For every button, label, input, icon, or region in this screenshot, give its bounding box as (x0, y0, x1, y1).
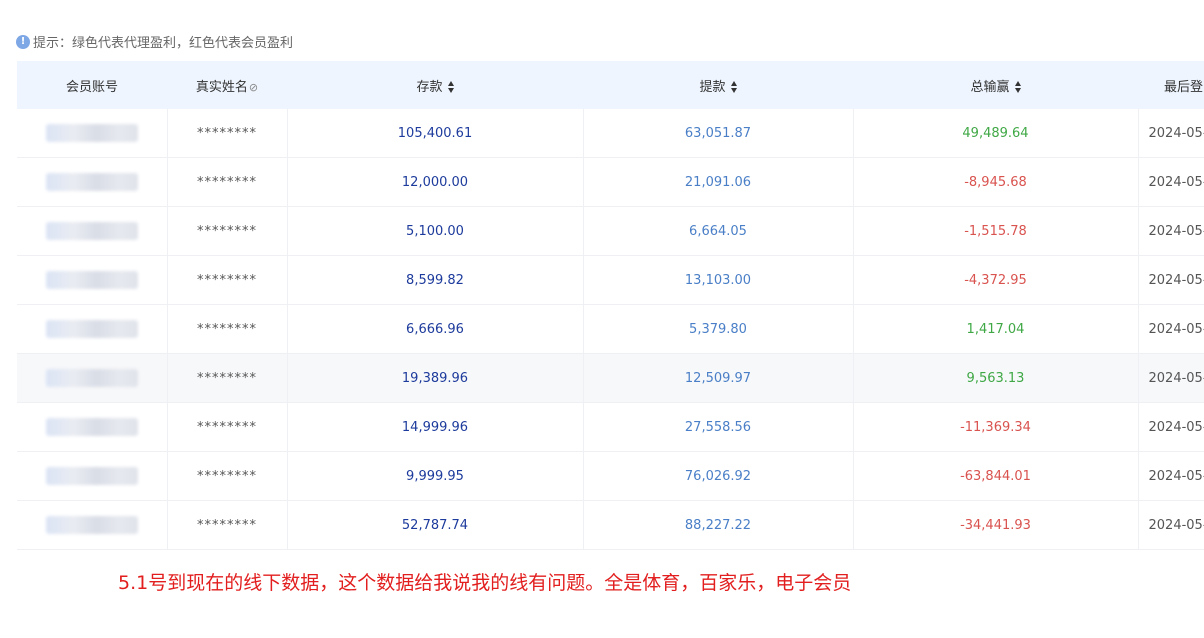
sort-icon[interactable] (447, 81, 454, 93)
name-cell: ******** (167, 451, 288, 501)
winloss-cell: -8,945.68 (853, 157, 1139, 207)
withdraw-cell: 21,091.06 (583, 157, 854, 207)
account-cell (17, 402, 168, 452)
name-cell: ******** (167, 353, 288, 403)
header-last-login: 最后登 (1138, 61, 1204, 109)
deposit-cell: 19,389.96 (287, 353, 584, 403)
winloss-cell: -1,515.78 (853, 206, 1139, 256)
account-cell (17, 157, 168, 207)
last-login-cell: 2024-05- (1138, 304, 1204, 354)
blurred-account (45, 467, 138, 485)
header-name: 真实姓名⊘ (167, 61, 287, 109)
info-icon: ! (16, 34, 30, 49)
blurred-account (45, 173, 138, 191)
last-login-cell: 2024-05- (1138, 109, 1204, 158)
table-row[interactable]: ******** 14,999.96 27,558.56 -11,369.34 2024… (17, 402, 1204, 452)
last-login-cell: 2024-05- (1138, 157, 1204, 207)
blurred-account (45, 271, 138, 289)
name-cell: ******** (167, 157, 288, 207)
last-login-cell: 2024-05- (1138, 206, 1204, 256)
last-login-cell: 2024-05- (1138, 353, 1204, 403)
table-body: ******** 105,400.61 63,051.87 49,489.64 2024… (17, 109, 1204, 550)
winloss-cell: -34,441.93 (853, 500, 1139, 550)
blurred-account (45, 516, 138, 534)
header-deposit[interactable]: 存款 (287, 61, 583, 109)
sort-icon[interactable] (1014, 81, 1021, 93)
withdraw-cell: 5,379.80 (583, 304, 854, 354)
annotation-note: 5.1号到现在的线下数据，这个数据给我说我的线有问题。全是体育，百家乐，电子会员 (118, 572, 852, 594)
last-login-cell: 2024-05- (1138, 402, 1204, 452)
account-cell (17, 451, 168, 501)
last-login-cell: 2024-05- (1138, 451, 1204, 501)
deposit-cell: 8,599.82 (287, 255, 584, 305)
member-table: 会员账号 真实姓名⊘ 存款 提款 总输赢 最后登 ******** 105,400… (17, 61, 1204, 550)
blurred-account (45, 369, 138, 387)
account-cell (17, 304, 168, 354)
header-account: 会员账号 (17, 61, 167, 109)
name-cell: ******** (167, 255, 288, 305)
winloss-cell: 9,563.13 (853, 353, 1139, 403)
hint-bar: ! 提示：绿色代表代理盈利，红色代表会员盈利 (16, 32, 293, 51)
account-cell (17, 500, 168, 550)
name-cell: ******** (167, 304, 288, 354)
withdraw-cell: 27,558.56 (583, 402, 854, 452)
account-cell (17, 206, 168, 256)
last-login-cell: 2024-05- (1138, 255, 1204, 305)
winloss-cell: 1,417.04 (853, 304, 1139, 354)
table-row[interactable]: ******** 105,400.61 63,051.87 49,489.64 2024… (17, 109, 1204, 158)
last-login-cell: 2024-05- (1138, 500, 1204, 550)
table-row[interactable]: ******** 12,000.00 21,091.06 -8,945.68 2024-… (17, 157, 1204, 207)
account-cell (17, 109, 168, 158)
withdraw-cell: 6,664.05 (583, 206, 854, 256)
name-cell: ******** (167, 206, 288, 256)
hint-text: 提示：绿色代表代理盈利，红色代表会员盈利 (33, 36, 294, 51)
winloss-cell: 49,489.64 (853, 109, 1139, 158)
winloss-cell: -4,372.95 (853, 255, 1139, 305)
blurred-account (45, 418, 138, 436)
name-cell: ******** (167, 500, 288, 550)
blurred-account (45, 222, 138, 240)
winloss-cell: -63,844.01 (853, 451, 1139, 501)
name-cell: ******** (167, 109, 288, 158)
withdraw-cell: 13,103.00 (583, 255, 854, 305)
withdraw-cell: 63,051.87 (583, 109, 854, 158)
account-cell (17, 255, 168, 305)
deposit-cell: 6,666.96 (287, 304, 584, 354)
withdraw-cell: 88,227.22 (583, 500, 854, 550)
deposit-cell: 105,400.61 (287, 109, 584, 158)
table-row[interactable]: ******** 9,999.95 76,026.92 -63,844.01 2024-… (17, 451, 1204, 501)
header-withdraw[interactable]: 提款 (583, 61, 853, 109)
table-row[interactable]: ******** 5,100.00 6,664.05 -1,515.78 2024-05… (17, 206, 1204, 256)
table-row[interactable]: ******** 19,389.96 12,509.97 9,563.13 2024-0… (17, 353, 1204, 403)
name-cell: ******** (167, 402, 288, 452)
blurred-account (45, 320, 138, 338)
table-row[interactable]: ******** 8,599.82 13,103.00 -4,372.95 2024-0… (17, 255, 1204, 305)
sort-icon[interactable] (730, 81, 737, 93)
winloss-cell: -11,369.34 (853, 402, 1139, 452)
deposit-cell: 9,999.95 (287, 451, 584, 501)
blurred-account (45, 124, 138, 142)
table-row[interactable]: ******** 6,666.96 5,379.80 1,417.04 2024-05- (17, 304, 1204, 354)
deposit-cell: 5,100.00 (287, 206, 584, 256)
eye-off-icon[interactable]: ⊘ (249, 81, 258, 94)
table-row[interactable]: ******** 52,787.74 88,227.22 -34,441.93 2024… (17, 500, 1204, 550)
deposit-cell: 14,999.96 (287, 402, 584, 452)
withdraw-cell: 12,509.97 (583, 353, 854, 403)
withdraw-cell: 76,026.92 (583, 451, 854, 501)
table-header-row: 会员账号 真实姓名⊘ 存款 提款 总输赢 最后登 (17, 61, 1204, 109)
deposit-cell: 52,787.74 (287, 500, 584, 550)
deposit-cell: 12,000.00 (287, 157, 584, 207)
header-winloss[interactable]: 总输赢 (853, 61, 1138, 109)
account-cell (17, 353, 168, 403)
